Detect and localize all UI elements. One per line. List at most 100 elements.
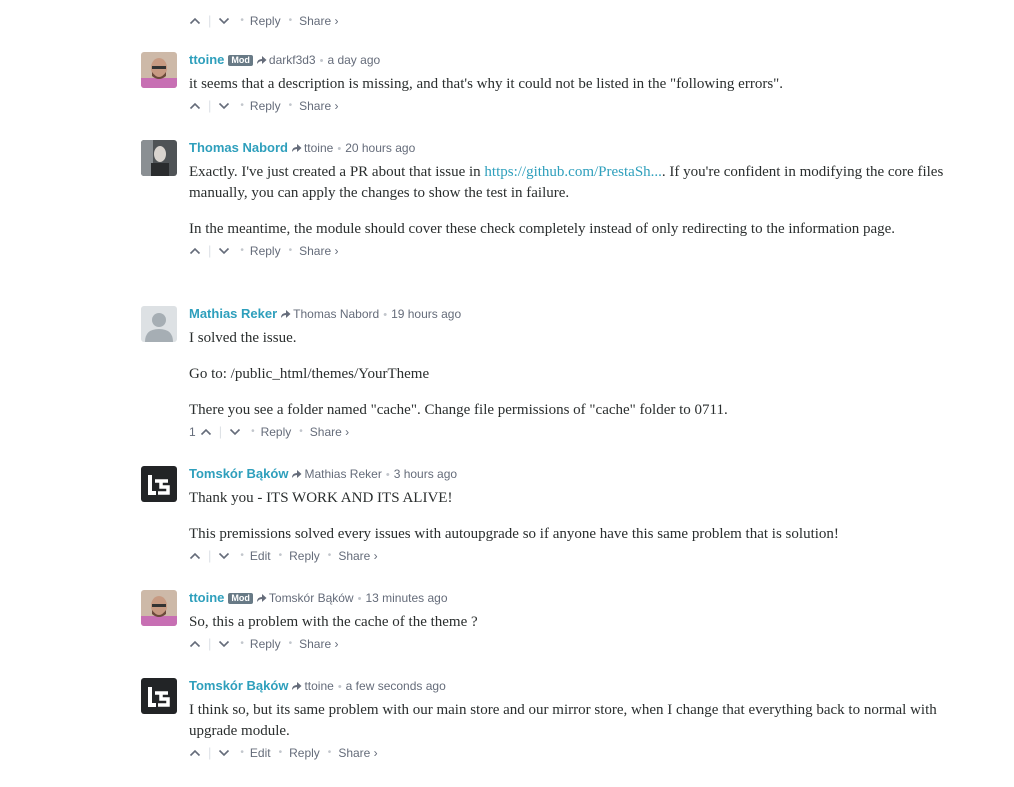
author-name[interactable]: Tomskór Bąków xyxy=(189,466,288,481)
comment-paragraph: There you see a folder named "cache". Ch… xyxy=(189,402,728,418)
comment-actions: | • Edit • Reply • Share › xyxy=(189,547,949,565)
share-link[interactable]: Share › xyxy=(299,12,338,30)
downvote-icon xyxy=(219,749,230,757)
upvote-button[interactable] xyxy=(189,101,201,111)
avatar-icon xyxy=(141,52,177,88)
author-name[interactable]: Thomas Nabord xyxy=(189,140,288,155)
parent-author-link[interactable]: ttoine xyxy=(304,141,333,155)
reply-link[interactable]: Reply xyxy=(250,242,281,260)
avatar-icon xyxy=(141,466,177,502)
upvote-button[interactable] xyxy=(189,246,201,256)
upvote-button[interactable] xyxy=(200,427,212,437)
author-name[interactable]: ttoine xyxy=(189,590,224,605)
comment-header: Mathias Reker Thomas Nabord • 19 hours ago xyxy=(189,306,949,322)
vote-divider: | xyxy=(208,98,212,113)
downvote-button[interactable] xyxy=(229,427,241,437)
timestamp-link[interactable]: a few seconds ago xyxy=(346,679,446,693)
timestamp-link[interactable]: 3 hours ago xyxy=(394,467,457,481)
edit-link[interactable]: Edit xyxy=(250,547,271,565)
parent-author-link[interactable]: Tomskór Bąków xyxy=(269,591,354,605)
default-avatar-icon xyxy=(141,306,177,342)
separator-dot: • xyxy=(327,747,332,758)
avatar[interactable] xyxy=(141,140,177,176)
downvote-icon xyxy=(219,552,230,560)
reply-arrow-icon xyxy=(256,591,267,607)
reply-link[interactable]: Reply xyxy=(289,744,320,762)
separator-dot: • xyxy=(319,55,324,67)
avatar[interactable] xyxy=(141,678,177,714)
separator-dot: • xyxy=(383,309,388,321)
separator-dot: • xyxy=(240,100,244,111)
comment-text: it seems that a description is missing, … xyxy=(189,74,949,95)
comment-paragraph: it seems that a description is missing, … xyxy=(189,76,784,92)
downvote-button[interactable] xyxy=(218,551,230,561)
upvote-button[interactable] xyxy=(189,639,201,649)
downvote-icon xyxy=(219,247,230,255)
mod-badge: Mod xyxy=(228,593,253,604)
downvote-button[interactable] xyxy=(218,246,230,256)
comment-actions: | • Reply • Share › xyxy=(189,97,949,115)
reply-link[interactable]: Reply xyxy=(261,423,292,441)
comment-actions: | • Reply • Share › xyxy=(189,12,338,30)
downvote-button[interactable] xyxy=(218,16,230,26)
share-link[interactable]: Share › xyxy=(299,635,338,653)
reply-link[interactable]: Reply xyxy=(250,12,281,30)
comment-text-segment: Exactly. I've just created a PR about th… xyxy=(189,164,485,180)
upvote-button[interactable] xyxy=(189,551,201,561)
parent-author-link[interactable]: ttoine xyxy=(304,679,333,693)
parent-author-link[interactable]: Mathias Reker xyxy=(304,467,381,481)
parent-author-link[interactable]: Thomas Nabord xyxy=(293,307,379,321)
separator-dot: • xyxy=(240,15,244,26)
upvote-count: 1 xyxy=(189,425,196,439)
downvote-button[interactable] xyxy=(218,639,230,649)
timestamp-link[interactable]: a day ago xyxy=(327,53,380,67)
upvote-button[interactable] xyxy=(189,16,201,26)
parent-author-link[interactable]: darkf3d3 xyxy=(269,53,316,67)
author-name[interactable]: Tomskór Bąków xyxy=(189,678,288,693)
separator-dot: • xyxy=(288,100,293,111)
upvote-icon xyxy=(189,552,201,560)
share-link[interactable]: Share › xyxy=(299,97,338,115)
timestamp-link[interactable]: 19 hours ago xyxy=(391,307,461,321)
reply-arrow-icon xyxy=(280,307,291,323)
reply-arrow-icon xyxy=(291,679,302,695)
share-link[interactable]: Share › xyxy=(310,423,349,441)
author-name[interactable]: Mathias Reker xyxy=(189,306,277,321)
comment-text: I solved the issue. Go to: /public_html/… xyxy=(189,328,949,421)
reply-link[interactable]: Reply xyxy=(250,635,281,653)
downvote-button[interactable] xyxy=(218,101,230,111)
reply-link[interactable]: Reply xyxy=(289,547,320,565)
timestamp-link[interactable]: 20 hours ago xyxy=(345,141,415,155)
mod-badge: Mod xyxy=(228,55,253,66)
downvote-icon xyxy=(219,17,230,25)
upvote-button[interactable] xyxy=(189,748,201,758)
downvote-icon xyxy=(219,640,230,648)
separator-dot: • xyxy=(288,15,293,26)
timestamp-link[interactable]: 13 minutes ago xyxy=(365,591,447,605)
avatar[interactable] xyxy=(141,466,177,502)
comment-text: Exactly. I've just created a PR about th… xyxy=(189,162,949,240)
share-link[interactable]: Share › xyxy=(338,744,377,762)
edit-link[interactable]: Edit xyxy=(250,744,271,762)
vote-divider: | xyxy=(208,548,212,563)
avatar[interactable] xyxy=(141,306,177,342)
github-pr-link[interactable]: https://github.com/PrestaSh... xyxy=(484,164,662,180)
share-link[interactable]: Share › xyxy=(338,547,377,565)
comment-paragraph: This premissions solved every issues wit… xyxy=(189,526,839,542)
vote-divider: | xyxy=(208,745,212,760)
avatar[interactable] xyxy=(141,590,177,626)
separator-dot: • xyxy=(385,469,390,481)
separator-dot: • xyxy=(240,550,244,561)
avatar-icon xyxy=(141,140,177,176)
reply-link[interactable]: Reply xyxy=(250,97,281,115)
comment-header: ttoine Mod Tomskór Bąków • 13 minutes ago xyxy=(189,590,949,606)
author-name[interactable]: ttoine xyxy=(189,52,224,67)
share-link[interactable]: Share › xyxy=(299,242,338,260)
comment-actions: | • Reply • Share › xyxy=(189,242,949,260)
comment-paragraph: Go to: /public_html/themes/YourTheme xyxy=(189,366,430,382)
avatar[interactable] xyxy=(141,52,177,88)
downvote-icon xyxy=(219,102,230,110)
downvote-button[interactable] xyxy=(218,748,230,758)
comment-text: So, this a problem with the cache of the… xyxy=(189,612,949,633)
upvote-icon xyxy=(189,749,201,757)
